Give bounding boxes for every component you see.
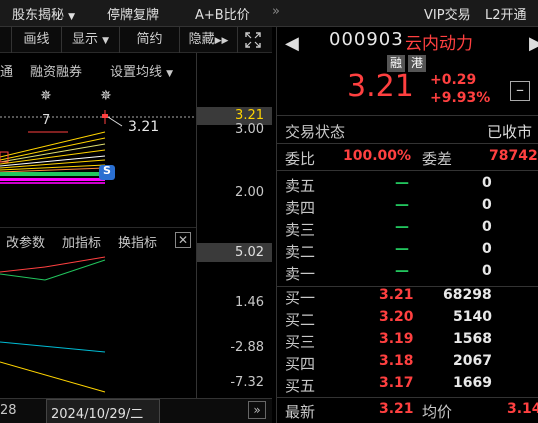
- marker-7-label: 7: [42, 113, 51, 128]
- more-menu-icon[interactable]: »: [272, 4, 280, 19]
- date-prefix: 28: [0, 403, 17, 418]
- chart-toolbar: 画线 显示 ▼ 简约 隐藏▶▶: [0, 27, 272, 53]
- ma-lines: [0, 131, 106, 173]
- list-item[interactable]: 卖五 — 0: [277, 175, 538, 197]
- star-marker-icon: ✵: [100, 88, 112, 104]
- price-pointer-line: [107, 116, 123, 127]
- tab-edit-param[interactable]: 改参数: [6, 232, 45, 251]
- simple-mode-button[interactable]: 简约: [120, 27, 180, 53]
- date-bar: 28 2024/10/29/二 »: [0, 398, 272, 423]
- tab-add-indicator[interactable]: 加指标: [62, 232, 101, 251]
- latest-label: 最新: [285, 403, 316, 421]
- green-band: [0, 172, 105, 176]
- weibi-value: 100.00%: [343, 148, 412, 164]
- candle-body: [102, 114, 108, 118]
- stock-code: 000903: [329, 29, 404, 50]
- list-item[interactable]: 卖三 — 0: [277, 219, 538, 241]
- list-item[interactable]: 买四 3.18 2067: [277, 353, 538, 375]
- divider: [277, 115, 538, 116]
- date-label: 2024/10/29/二: [51, 407, 144, 422]
- latest-value: 3.21: [379, 401, 414, 417]
- list-item[interactable]: 卖四 — 0: [277, 197, 538, 219]
- quote-panel: ◀ 000903 云内动力 ▶ 融 港 3.21 +0.29 +9.93% – …: [276, 27, 538, 423]
- toolbar-edge: [0, 27, 12, 53]
- magenta-band: [0, 178, 105, 181]
- weicha-label: 委差: [422, 150, 453, 168]
- menu-ab-compare[interactable]: A+B比价: [195, 4, 250, 23]
- axis-tick: 5.02: [235, 245, 264, 260]
- tab-tong[interactable]: 通: [0, 61, 13, 80]
- list-item[interactable]: 卖二 — 0: [277, 241, 538, 263]
- axis-tick: -7.32: [230, 375, 264, 390]
- axis-tick: 1.46: [235, 295, 264, 310]
- axis-tick: -2.88: [230, 340, 264, 355]
- date-cursor-box: 2024/10/29/二: [46, 399, 160, 423]
- list-item[interactable]: 买五 3.17 1669: [277, 375, 538, 397]
- divider: [277, 170, 538, 171]
- price-change: +0.29: [430, 72, 477, 88]
- tab-ma-settings[interactable]: 设置均线 ▼: [110, 61, 173, 80]
- tab-margin-trading[interactable]: 融资融券: [30, 61, 82, 80]
- avg-label: 均价: [422, 403, 453, 421]
- tab-switch-indicator[interactable]: 换指标: [118, 232, 157, 251]
- close-icon[interactable]: ✕: [175, 232, 191, 248]
- hide-button[interactable]: 隐藏▶▶: [180, 27, 238, 53]
- prev-stock-icon[interactable]: ◀: [285, 33, 299, 54]
- chevron-down-icon: ▼: [166, 69, 174, 79]
- expand-icon[interactable]: »: [248, 401, 266, 419]
- weibi-label: 委比: [285, 150, 316, 168]
- price-change-pct: +9.93%: [430, 90, 491, 106]
- star-marker-icon: ✵: [40, 88, 52, 104]
- price-axis: 3.21 3.00 2.00 5.02 1.46 -2.88 -7.32: [196, 53, 272, 398]
- price-pointer-label: 3.21: [128, 119, 160, 135]
- vip-trade-link[interactable]: VIP交易: [424, 4, 471, 23]
- l2-open-link[interactable]: L2开通: [485, 4, 527, 23]
- list-item[interactable]: 买三 3.19 1568: [277, 331, 538, 353]
- chevron-down-icon: ▼: [68, 12, 76, 22]
- axis-tick: 3.00: [235, 122, 264, 137]
- weicha-value: 78742: [489, 148, 538, 164]
- chevron-down-icon: ▼: [102, 36, 110, 46]
- stock-name: 云内动力: [405, 34, 473, 54]
- axis-tick: 2.00: [235, 185, 264, 200]
- magenta-band-2: [0, 182, 105, 184]
- divider: [277, 397, 538, 398]
- play-icon: ▶▶: [214, 36, 229, 46]
- axis-tick: 3.21: [235, 108, 264, 123]
- next-stock-icon[interactable]: ▶: [529, 33, 538, 54]
- menu-gudong[interactable]: 股东揭秘 ▼: [12, 4, 75, 23]
- status-label: 交易状态: [285, 123, 346, 141]
- main-price-chart: ✵ ✵: [0, 88, 196, 184]
- indicator-tabs: 改参数 加指标 换指标 ✕: [0, 227, 196, 251]
- chart-indicator-tabs: 通 融资融券 设置均线 ▼: [0, 57, 200, 81]
- list-item[interactable]: 卖一 — 0: [277, 263, 538, 285]
- status-value: 已收市: [487, 123, 533, 141]
- indicator-chart: [0, 256, 106, 393]
- list-item[interactable]: 买一 3.21 68298: [277, 287, 538, 309]
- divider: [277, 143, 538, 144]
- draw-line-button[interactable]: 画线: [12, 27, 62, 53]
- display-button[interactable]: 显示 ▼: [62, 27, 120, 53]
- s-badge-label: S: [103, 164, 111, 177]
- last-price: 3.21: [347, 69, 414, 104]
- top-menu-bar: 股东揭秘 ▼ 停牌复牌 A+B比价 » VIP交易 L2开通: [0, 0, 538, 27]
- menu-tingpai[interactable]: 停牌复牌: [107, 4, 159, 23]
- fullscreen-icon[interactable]: [238, 27, 268, 53]
- avg-value: 3.14: [507, 401, 538, 417]
- list-item[interactable]: 买二 3.20 5140: [277, 309, 538, 331]
- collapse-icon[interactable]: –: [510, 81, 530, 101]
